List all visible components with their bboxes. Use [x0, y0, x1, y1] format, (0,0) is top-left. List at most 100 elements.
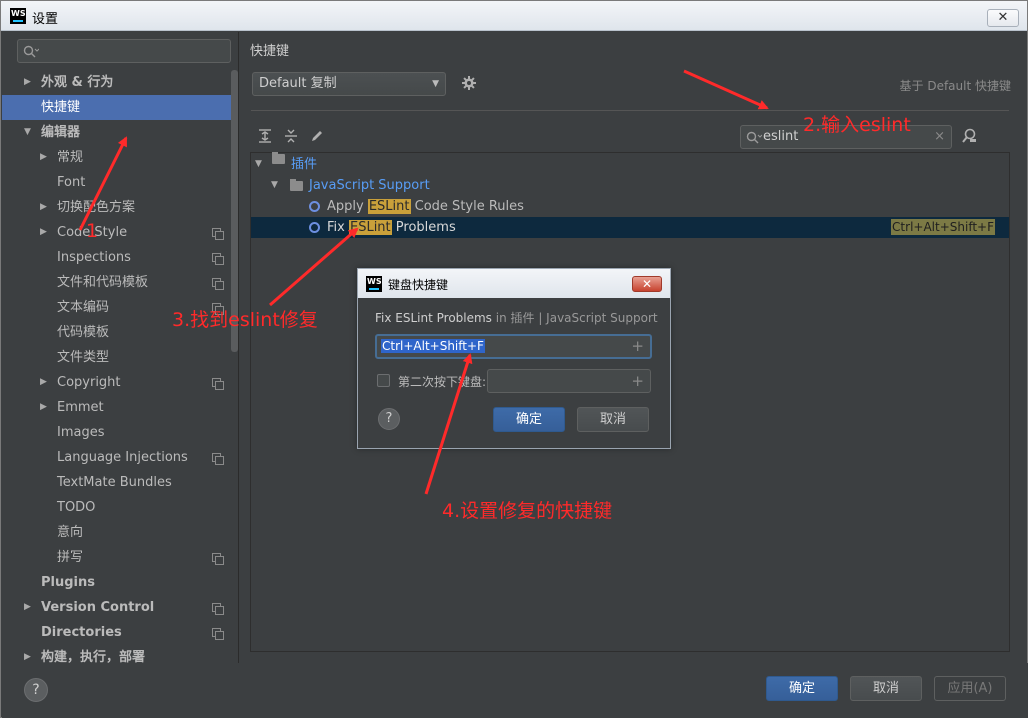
- sidebar-item-label: 快捷键: [41, 100, 81, 115]
- tree-node-javascript-support[interactable]: ▼ JavaScript Support: [251, 175, 1009, 196]
- plus-icon[interactable]: +: [631, 370, 644, 392]
- sidebar-item[interactable]: TextMate Bundles: [2, 470, 238, 495]
- tree-node-plugins[interactable]: ▼ 插件: [251, 152, 1009, 175]
- sidebar-item[interactable]: Plugins: [2, 570, 238, 595]
- sidebar-item[interactable]: ▶ Copyright: [2, 370, 238, 395]
- sidebar-item[interactable]: ▼ 编辑器: [2, 120, 238, 145]
- dialog-help-button[interactable]: ?: [378, 408, 400, 430]
- folder-icon: [290, 179, 303, 191]
- keymap-select[interactable]: Default 复制 ▼: [252, 72, 446, 96]
- sidebar-item[interactable]: Directories: [2, 620, 238, 645]
- sidebar-item[interactable]: ▶ Version Control: [2, 595, 238, 620]
- sidebar-item[interactable]: ▶ 外观 & 行为: [2, 70, 238, 95]
- help-button[interactable]: ?: [24, 678, 48, 702]
- plugins-label: 插件: [291, 157, 318, 172]
- window-close-button[interactable]: ✕: [987, 9, 1019, 27]
- chevron-right-icon[interactable]: ▶: [24, 70, 34, 95]
- based-on-label: 基于 Default 快捷键: [899, 79, 1011, 93]
- second-stroke-input[interactable]: +: [487, 369, 651, 393]
- settings-search-input[interactable]: [17, 39, 231, 63]
- sidebar-item[interactable]: ▶ 常规: [2, 145, 238, 170]
- sidebar-item[interactable]: ▶ Emmet: [2, 395, 238, 420]
- sidebar-item[interactable]: 文件类型: [2, 345, 238, 370]
- dialog-cancel-button[interactable]: 取消: [577, 407, 649, 432]
- chevron-down-icon: ▼: [255, 159, 262, 169]
- apply-button[interactable]: 应用(A): [934, 676, 1006, 701]
- dialog-ok-button[interactable]: 确定: [493, 407, 565, 432]
- sidebar-item[interactable]: ▶ 切换配色方案: [2, 195, 238, 220]
- sidebar-item[interactable]: 文件和代码模板: [2, 270, 238, 295]
- sidebar-item[interactable]: Language Injections: [2, 445, 238, 470]
- chevron-right-icon[interactable]: ▶: [40, 145, 50, 170]
- keyboard-shortcut-dialog: WS 键盘快捷键 ✕ Fix ESLint Problems in 插件 | J…: [357, 268, 671, 449]
- sidebar-item-label: 外观 & 行为: [41, 75, 114, 90]
- search-icon: [23, 45, 39, 58]
- sidebar-item-label: 文件和代码模板: [57, 275, 149, 290]
- second-stroke-label: 第二次按下键盘:: [398, 375, 487, 389]
- first-stroke-input[interactable]: Ctrl+Alt+Shift+F +: [375, 334, 652, 359]
- dialog-description: Fix ESLint Problems in 插件 | JavaScript S…: [375, 311, 658, 325]
- ok-button[interactable]: 确定: [766, 676, 838, 701]
- sidebar-item[interactable]: 拼写: [2, 545, 238, 570]
- settings-tree: ▶ 外观 & 行为 快捷键 ▼ 编辑器 ▶ 常规 Font ▶ 切换配色方案 ▶ Code Style…: [2, 70, 238, 670]
- project-scope-icon: [212, 228, 224, 240]
- javascript-support-label: JavaScript Support: [309, 178, 430, 193]
- first-stroke-value: Ctrl+Alt+Shift+F: [381, 339, 485, 353]
- dialog-title-bar: WS 键盘快捷键 ✕: [358, 269, 670, 298]
- edit-icon[interactable]: [310, 129, 324, 143]
- sidebar-item-label: Plugins: [41, 575, 95, 590]
- action-label: Apply ESLint Code Style Rules: [327, 199, 524, 214]
- sidebar-item-label: 切换配色方案: [57, 200, 136, 215]
- project-scope-icon: [212, 453, 224, 465]
- sidebar-item-label: Images: [57, 425, 105, 440]
- folder-icon: [272, 152, 285, 164]
- expand-all-icon[interactable]: [258, 129, 272, 143]
- sidebar-item-label: 文件类型: [57, 350, 110, 365]
- chevron-right-icon[interactable]: ▶: [40, 195, 50, 220]
- sidebar-item[interactable]: Font: [2, 170, 238, 195]
- dialog-close-button[interactable]: ✕: [632, 276, 662, 292]
- sidebar-item[interactable]: 快捷键: [2, 95, 238, 120]
- collapse-all-icon[interactable]: [284, 129, 298, 143]
- search-icon: [746, 131, 762, 144]
- sidebar-item[interactable]: 意向: [2, 520, 238, 545]
- chevron-right-icon[interactable]: ▶: [24, 595, 34, 620]
- chevron-right-icon[interactable]: ▶: [40, 395, 50, 420]
- clear-search-icon[interactable]: ×: [934, 126, 945, 148]
- sidebar-item-label: 拼写: [57, 550, 84, 565]
- tree-action-apply-eslint[interactable]: Apply ESLint Code Style Rules: [251, 196, 1009, 217]
- panel-title: 快捷键: [250, 44, 290, 59]
- annotation-1: 1: [86, 220, 99, 242]
- sidebar-item-label: TextMate Bundles: [57, 475, 172, 490]
- project-scope-icon: [212, 628, 224, 640]
- chevron-down-icon: ▼: [271, 180, 278, 190]
- annotation-4: 4.设置修复的快捷键: [442, 500, 613, 522]
- sidebar-item-label: Version Control: [41, 600, 155, 615]
- sidebar-item-label: Emmet: [57, 400, 104, 415]
- project-scope-icon: [212, 553, 224, 565]
- tree-action-fix-eslint[interactable]: Fix ESLint Problems Ctrl+Alt+Shift+F: [251, 217, 1009, 238]
- sidebar-item-label: 意向: [57, 525, 84, 540]
- second-stroke-checkbox[interactable]: [377, 374, 390, 387]
- search-value: eslint: [763, 129, 799, 144]
- shortcut-badge: Ctrl+Alt+Shift+F: [891, 219, 995, 235]
- sidebar-item-label: 常规: [57, 150, 84, 165]
- chevron-right-icon[interactable]: ▶: [40, 370, 50, 395]
- sidebar-item-label: Font: [57, 175, 86, 190]
- sidebar-item-label: 文本编码: [57, 300, 110, 315]
- footer: ? 确定 取消 应用(A): [2, 663, 1028, 718]
- sidebar-item[interactable]: ▶ Code Style: [2, 220, 238, 245]
- gear-icon[interactable]: [461, 75, 477, 91]
- project-scope-icon: [212, 603, 224, 615]
- project-scope-icon: [212, 253, 224, 265]
- sidebar-item[interactable]: TODO: [2, 495, 238, 520]
- title-bar: WS 设置 ✕: [1, 1, 1027, 31]
- chevron-right-icon[interactable]: ▶: [40, 220, 50, 245]
- find-by-shortcut-icon[interactable]: [961, 128, 977, 144]
- plus-icon[interactable]: +: [631, 336, 644, 357]
- chevron-down-icon[interactable]: ▼: [24, 120, 34, 145]
- action-label: Fix ESLint Problems: [327, 220, 456, 235]
- cancel-button[interactable]: 取消: [850, 676, 922, 701]
- sidebar-item[interactable]: Images: [2, 420, 238, 445]
- sidebar-item[interactable]: Inspections: [2, 245, 238, 270]
